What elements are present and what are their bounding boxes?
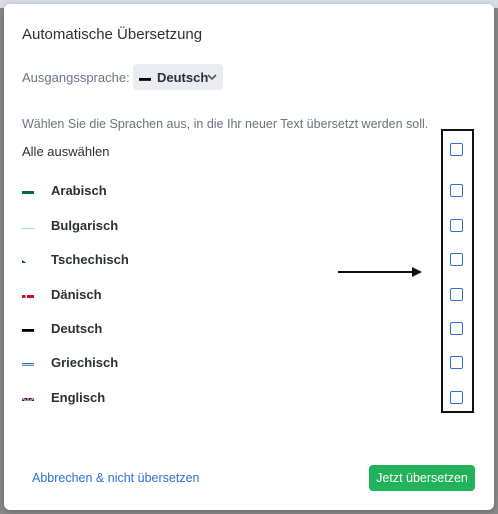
arrow-right-annotation-icon: [338, 267, 422, 277]
language-row-daenisch: Dänisch: [22, 284, 102, 304]
checkbox-highlight-annotation: [441, 129, 474, 413]
language-row-griechisch: Griechisch: [22, 352, 118, 372]
language-label: Bulgarisch: [51, 217, 119, 233]
flag-bg-icon: [22, 221, 34, 229]
auto-translate-dialog: Automatische Übersetzung Ausgangssprache…: [4, 4, 494, 510]
language-label: Tschechisch: [51, 251, 129, 267]
dialog-title: Automatische Übersetzung: [22, 26, 203, 43]
flag-dk-icon: [22, 290, 34, 298]
flag-sa-icon: [22, 186, 34, 194]
flag-de-icon: [22, 324, 34, 332]
source-language-select[interactable]: Deutsch: [133, 64, 223, 90]
flag-cz-icon: [22, 255, 34, 263]
language-row-deutsch: Deutsch: [22, 318, 102, 338]
flag-gr-icon: [22, 358, 34, 366]
language-row-englisch: Englisch: [22, 387, 105, 407]
flag-gb-icon: [22, 393, 34, 401]
translate-now-button[interactable]: Jetzt übersetzen: [369, 465, 475, 491]
language-label: Deutsch: [51, 320, 103, 336]
chevron-down-icon: [205, 70, 219, 89]
language-label: Arabisch: [51, 182, 107, 198]
language-label: Griechisch: [51, 354, 119, 370]
instruction-text: Wählen Sie die Sprachen aus, in die Ihr …: [22, 117, 429, 131]
source-language-value: Deutsch: [157, 69, 209, 85]
language-label: Englisch: [51, 389, 106, 405]
language-label: Dänisch: [51, 286, 102, 302]
language-row-arabisch: Arabisch: [22, 180, 107, 200]
cancel-link[interactable]: Abbrechen & nicht übersetzen: [32, 471, 199, 485]
select-all-label: Alle auswählen: [22, 144, 110, 159]
language-row-bulgarisch: Bulgarisch: [22, 215, 118, 235]
source-language-label: Ausgangssprache:: [22, 70, 130, 85]
language-row-tschechisch: Tschechisch: [22, 249, 129, 269]
flag-de-icon: [139, 73, 151, 81]
